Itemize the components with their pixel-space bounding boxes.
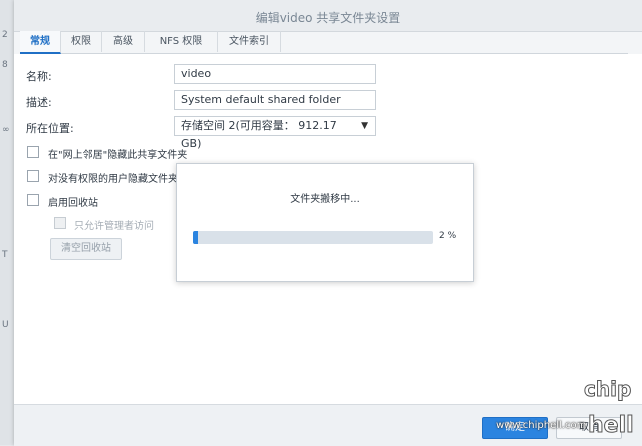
description-field[interactable]: System default shared folder — [174, 90, 376, 110]
hide-network-label: 在"网上邻居"隐藏此共享文件夹 — [48, 150, 188, 161]
moving-folder-progress-modal: 文件夹搬移中... 2 % — [176, 163, 474, 282]
progress-percent: 2 % — [439, 231, 457, 241]
progress-title: 文件夹搬移中... — [290, 194, 360, 205]
name-label: 名称: — [26, 70, 52, 83]
admin-only-checkbox[interactable] — [54, 217, 66, 229]
location-select[interactable]: 存储空间 2(可用容量： 912.17 GB) ▼ — [174, 116, 376, 150]
strip-glyph: 8 — [2, 60, 8, 70]
enable-recycle-bin-label: 启用回收站 — [48, 198, 98, 209]
dialog-titlebar: 编辑video 共享文件夹设置 — [14, 0, 642, 32]
svg-text:hell: hell — [588, 413, 634, 438]
empty-recycle-bin-button[interactable]: 清空回收站 — [50, 238, 122, 260]
tab-permissions[interactable]: 权限 — [61, 31, 102, 52]
progress-bar-fill — [193, 231, 198, 244]
description-label: 描述: — [26, 96, 52, 109]
hide-no-permission-checkbox[interactable] — [27, 170, 39, 182]
tab-advanced[interactable]: 高级 — [102, 31, 145, 52]
tab-nfs-permissions[interactable]: NFS 权限 — [145, 31, 218, 52]
tab-bar: 常规 权限 高级 NFS 权限 文件索引 — [20, 31, 628, 54]
watermark-url: www.chiphell.com — [496, 420, 587, 431]
hide-no-permission-label: 对没有权限的用户隐藏文件夹 — [48, 174, 178, 185]
name-field[interactable]: video — [174, 64, 376, 84]
tab-file-index[interactable]: 文件索引 — [218, 31, 281, 52]
admin-only-label: 只允许管理者访问 — [74, 221, 154, 232]
strip-glyph: 2 — [2, 30, 8, 40]
location-label: 所在位置: — [26, 122, 74, 135]
svg-text:chip: chip — [584, 377, 631, 401]
progress-bar — [193, 231, 433, 244]
enable-recycle-bin-checkbox[interactable] — [27, 194, 39, 206]
chevron-down-icon: ▼ — [361, 121, 368, 131]
strip-glyph: T — [2, 250, 8, 260]
background-window-strip: 2 8 ∞ T U — [0, 0, 15, 445]
location-select-value: 存储空间 2(可用容量： 912.17 GB) — [181, 119, 337, 150]
strip-glyph: ∞ — [2, 125, 10, 135]
hide-network-checkbox[interactable] — [27, 146, 39, 158]
dialog-title: 编辑video 共享文件夹设置 — [255, 11, 401, 25]
tab-general[interactable]: 常规 — [20, 31, 61, 54]
strip-glyph: U — [2, 320, 9, 330]
chiphell-logo-watermark: chip hell — [584, 377, 635, 439]
